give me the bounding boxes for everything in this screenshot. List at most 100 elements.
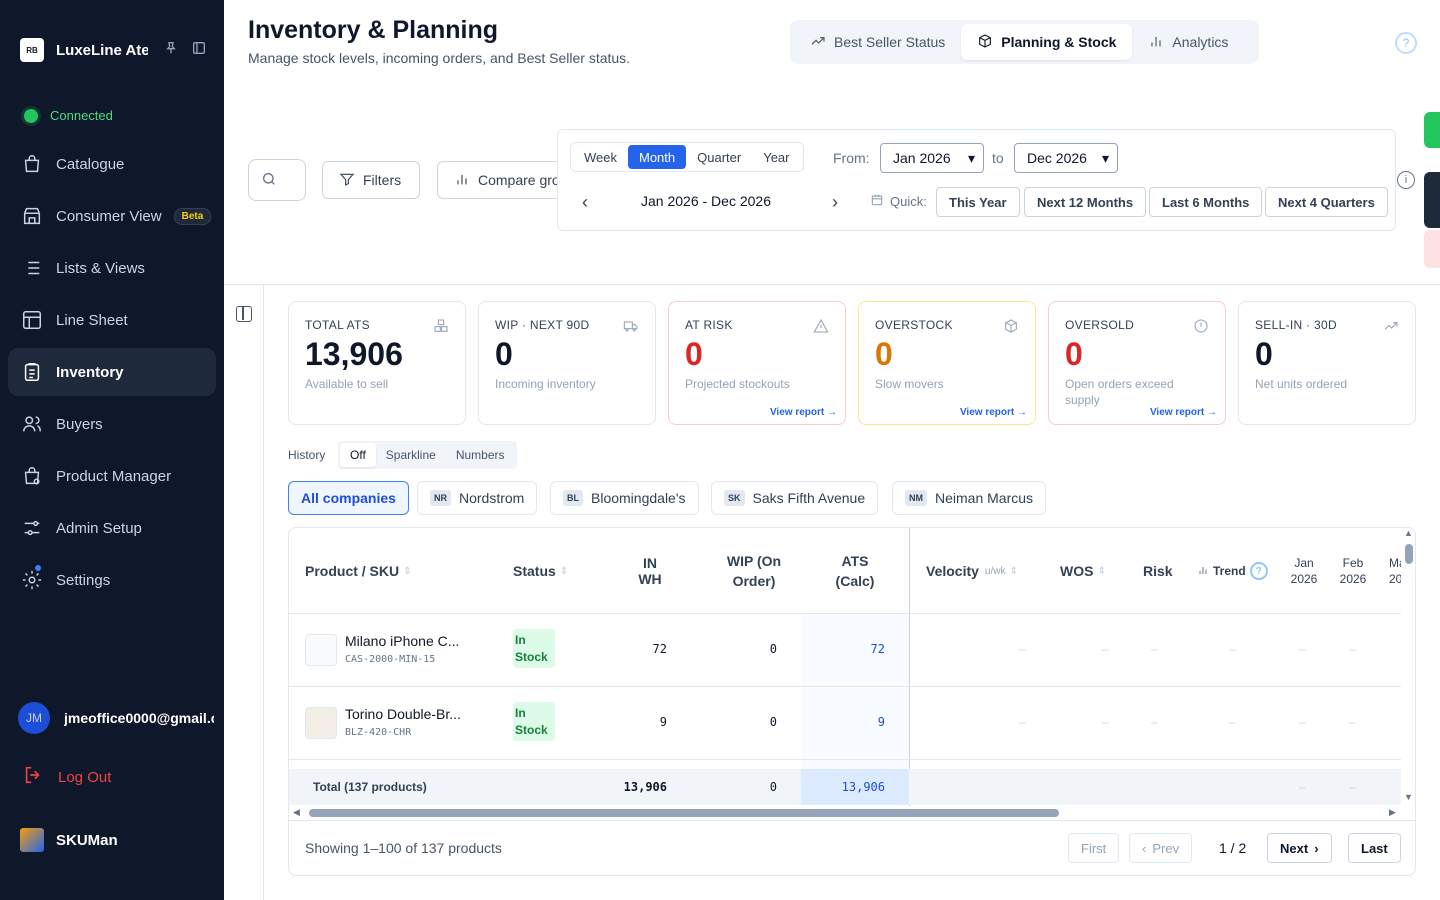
tab-best-seller-status[interactable]: Best Seller Status [794,24,961,60]
logout-button[interactable]: Log Out [22,764,111,790]
tab-analytics[interactable]: Analytics [1132,24,1244,60]
notification-dot-icon [35,565,41,571]
sidebar-item-inventory[interactable]: Inventory [8,348,216,396]
compare-groups-button[interactable]: Compare groups [437,161,577,199]
sidebar-item-line-sheet[interactable]: Line Sheet [8,296,216,344]
to-select[interactable]: Dec 2026 ▾ [1014,143,1118,173]
history-label: History [288,448,326,462]
velocity-unit: u/wk [984,565,1006,577]
help-icon[interactable]: ? [1395,32,1417,54]
total-feb: – [1349,780,1356,794]
collapse-sidebar-icon[interactable] [191,40,207,59]
next-range-icon[interactable]: › [832,192,838,213]
kpi-value: 0 [1255,336,1273,372]
tab-planning-stock[interactable]: Planning & Stock [961,24,1133,60]
sidebar-item-product-manager[interactable]: Product Manager [8,452,216,500]
horizontal-scrollbar[interactable]: ◀ ▶ [289,806,1401,820]
history-sparkline[interactable]: Sparkline [376,443,446,467]
scroll-up-icon[interactable]: ▲ [1404,528,1413,538]
truck-icon [623,318,639,334]
col-product[interactable]: Product / SKU ⇕ [305,528,412,614]
col-velocity[interactable]: Velocity u/wk ⇕ [926,528,1018,614]
chip-bloomingdales[interactable]: BL Bloomingdale's [550,481,699,515]
table-row[interactable]: Milano iPhone C... CAS-2000-MIN-15 In St… [289,614,1401,687]
prev-range-icon[interactable]: ‹ [582,192,588,213]
kpi-total-ats: TOTAL ATS 13,906 Available to sell [288,301,466,425]
sort-icon: ⇕ [559,565,569,577]
sidebar-item-label: Inventory [56,363,124,381]
sidebar-item-consumer-view[interactable]: Consumer View Beta [8,192,216,240]
kpi-label: SELL-IN · 30D [1255,318,1337,332]
granularity-year[interactable]: Year [752,145,800,169]
sidebar-item-catalogue[interactable]: Catalogue [8,140,216,188]
scroll-down-icon[interactable]: ▼ [1404,792,1413,802]
edge-tab-green[interactable] [1424,112,1440,148]
ats-value: 72 [870,642,885,656]
from-label: From: [833,150,870,166]
total-label: Total (137 products) [313,780,427,794]
vertical-scrollbar[interactable]: ▲ ▼ [1402,528,1415,806]
col-risk[interactable]: Risk [1143,528,1173,614]
first-page-button[interactable]: First [1068,833,1120,863]
prev-page-button[interactable]: ‹ Prev [1129,833,1193,863]
history-numbers[interactable]: Numbers [446,443,515,467]
next-page-button[interactable]: Next › [1267,833,1332,863]
granularity-month[interactable]: Month [628,145,687,169]
chip-saks[interactable]: SK Saks Fifth Avenue [711,481,879,515]
feb-value: – [1349,642,1356,656]
col-trend[interactable]: Trend ? [1197,528,1268,614]
panel-toggle-icon[interactable] [236,306,252,322]
kpi-wip: WIP · NEXT 90D 0 Incoming inventory [478,301,656,425]
view-report-link[interactable]: View report → [1150,407,1217,418]
product-sku: CAS-2000-MIN-15 [345,654,436,665]
sidebar-item-lists-views[interactable]: Lists & Views [8,244,216,292]
scroll-right-icon[interactable]: ▶ [1389,807,1396,818]
view-report-link[interactable]: View report → [960,407,1027,418]
granularity-week[interactable]: Week [573,145,628,169]
velocity-value: – [1019,642,1026,656]
info-icon[interactable]: i [1397,171,1415,189]
edge-tab-dark[interactable] [1424,172,1440,228]
scrollbar-thumb[interactable] [1405,544,1413,564]
product-image [305,707,337,739]
quick-last-6-months[interactable]: Last 6 Months [1149,187,1263,217]
chip-badge: BL [563,490,583,506]
quick-next-12-months[interactable]: Next 12 Months [1024,187,1147,217]
user-profile[interactable]: JM jmeoffice0000@gmail.com [18,702,214,734]
sidebar-item-buyers[interactable]: Buyers [8,400,216,448]
store-icon [20,204,44,228]
kpi-oversold[interactable]: OVERSOLD 0 Open orders exceed supply Vie… [1048,301,1226,425]
pin-icon[interactable] [163,40,179,59]
col-in-wh[interactable]: IN WH [619,528,669,614]
search-input[interactable] [248,159,306,201]
sidebar-item-settings[interactable]: Settings [8,556,216,604]
history-off[interactable]: Off [340,443,376,467]
col-ats[interactable]: ATS (Calc) [819,528,891,614]
kpi-overstock[interactable]: OVERSTOCK 0 Slow movers View report → [858,301,1036,425]
col-wos[interactable]: WOS ⇕ [1060,528,1106,614]
filters-button[interactable]: Filters [322,161,420,199]
edge-tab-pink[interactable] [1424,230,1440,268]
trend-up-icon [1383,318,1399,334]
brand-logo: RB [20,38,44,62]
last-page-button[interactable]: Last [1348,833,1401,863]
from-select[interactable]: Jan 2026 ▾ [880,143,984,173]
view-report-link[interactable]: View report → [770,407,837,418]
chevron-down-icon: ▾ [1101,149,1109,166]
granularity-quarter[interactable]: Quarter [686,145,752,169]
sidebar-item-admin-setup[interactable]: Admin Setup [8,504,216,552]
col-wip[interactable]: WIP (On Order) [709,528,799,614]
chip-nordstrom[interactable]: NR Nordstrom [417,481,538,515]
chip-neiman-marcus[interactable]: NM Neiman Marcus [892,481,1047,515]
quick-this-year[interactable]: This Year [936,187,1020,217]
chip-all-companies[interactable]: All companies [288,481,409,515]
scrollbar-thumb[interactable] [309,809,1059,817]
quick-next-4-quarters[interactable]: Next 4 Quarters [1265,187,1388,217]
product-name[interactable]: Milano iPhone C... [345,633,459,649]
table-row[interactable]: Torino Double-Br... BLZ-420-CHR In Stock… [289,687,1401,760]
product-name[interactable]: Torino Double-Br... [345,706,461,722]
scroll-left-icon[interactable]: ◀ [293,807,300,818]
kpi-at-risk[interactable]: AT RISK 0 Projected stockouts View repor… [668,301,846,425]
col-status[interactable]: Status ⇕ [513,528,568,614]
help-icon[interactable]: ? [1249,562,1268,580]
